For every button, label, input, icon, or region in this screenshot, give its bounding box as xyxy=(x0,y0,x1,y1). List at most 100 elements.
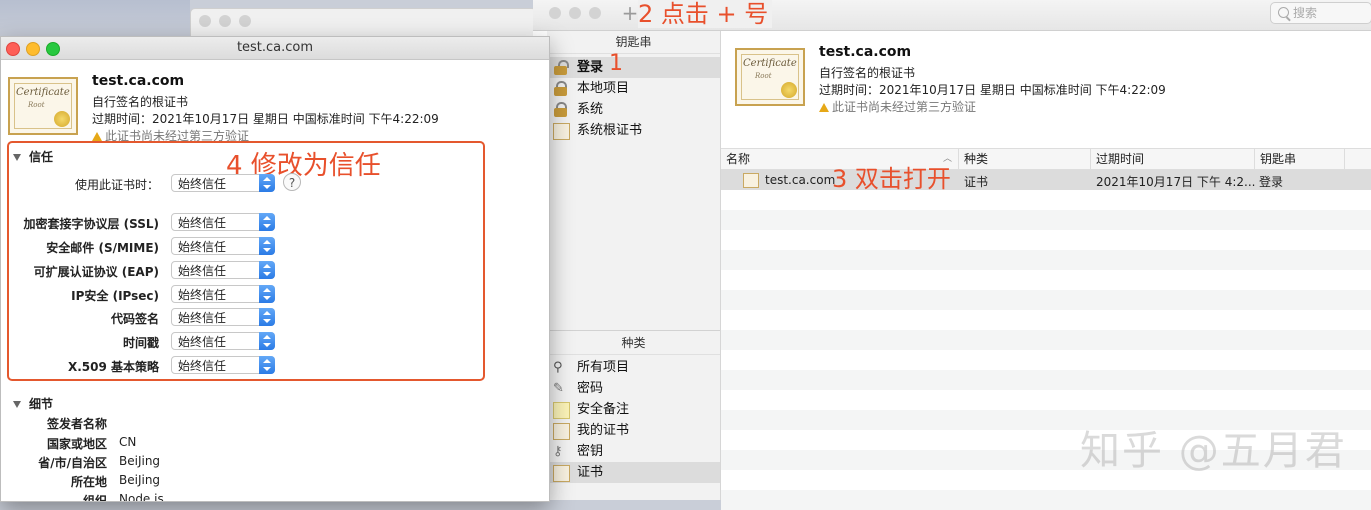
row-name: test.ca.com xyxy=(765,173,836,187)
window-title: test.ca.com xyxy=(1,37,549,60)
zoom-button[interactable] xyxy=(46,42,60,56)
bg-minimize-dot xyxy=(219,15,231,27)
empty-row xyxy=(721,490,1371,510)
detail-value-locality: BeiJing xyxy=(119,473,161,487)
cert-icon xyxy=(553,423,570,440)
policy-label-ipsec: IP安全 (IPsec) xyxy=(71,289,159,303)
stepper-icon xyxy=(259,308,275,326)
policy-label-smime: 安全邮件 (S/MIME) xyxy=(46,241,159,255)
details-section-toggle[interactable]: 细节 xyxy=(13,395,53,412)
sidebar: 钥匙串 登录 1 本地项目 系统 系统根证书 种类 ⚲ 所有项目 ✎ 密码 安全… xyxy=(547,31,721,500)
keychain-toolbar: + i 2 点击 + 号 搜索 xyxy=(533,0,1371,31)
keychains-header: 钥匙串 xyxy=(547,31,720,54)
sidebar-item-my-certs[interactable]: 我的证书 xyxy=(547,420,720,441)
annotation-step-3: 3 双击打开 xyxy=(832,165,951,193)
row-expires: 2021年10月17日 下午 4:2... xyxy=(1096,175,1256,189)
sidebar-item-label: 系统根证书 xyxy=(577,123,643,138)
when-using-select[interactable]: 始终信任 xyxy=(171,174,275,192)
sidebar-item-label: 证书 xyxy=(577,465,604,480)
sidebar-item-all-items[interactable]: ⚲ 所有项目 xyxy=(547,357,720,378)
lock-icon xyxy=(553,81,568,96)
sidebar-item-passwords[interactable]: ✎ 密码 xyxy=(547,378,720,399)
sidebar-item-label: 我的证书 xyxy=(577,423,630,438)
empty-row xyxy=(721,250,1371,270)
certificate-badge-icon: Certificate Root xyxy=(735,48,805,106)
table-row[interactable]: test.ca.com 证书 2021年10月17日 下午 4:2... 登录 xyxy=(721,170,1371,190)
policy-select-x509[interactable]: 始终信任 xyxy=(171,356,275,374)
table-header: 名称 ︿ 种类 过期时间 钥匙串 xyxy=(721,148,1371,170)
detail-value-province: BeiJing xyxy=(119,454,161,468)
column-kind[interactable]: 种类 xyxy=(959,149,1091,169)
sidebar-item-system-roots[interactable]: 系统根证书 xyxy=(547,120,720,141)
sidebar-item-label: 密码 xyxy=(577,381,604,396)
policy-select-code-signing[interactable]: 始终信任 xyxy=(171,308,275,326)
minimize-button[interactable] xyxy=(569,7,581,19)
annotation-step-1: 1 xyxy=(609,51,623,76)
stepper-icon xyxy=(259,332,275,350)
stepper-icon xyxy=(259,237,275,255)
sidebar-item-keys[interactable]: ⚷ 密钥 xyxy=(547,441,720,462)
column-keychain[interactable]: 钥匙串 xyxy=(1255,149,1345,169)
sidebar-item-label: 安全备注 xyxy=(577,402,630,417)
certificate-trust-window: test.ca.com Certificate Root test.ca.com … xyxy=(0,36,550,502)
stepper-icon xyxy=(259,174,275,192)
minimize-button[interactable] xyxy=(26,42,40,56)
cert-type: 自行签名的根证书 xyxy=(92,95,189,109)
policy-select-ssl[interactable]: 始终信任 xyxy=(171,213,275,231)
policy-label-x509: X.509 基本策略 xyxy=(67,360,159,374)
policy-label-timestamp: 时间戳 xyxy=(122,336,159,350)
annotation-step-2: 2 点击 + 号 xyxy=(638,0,773,28)
detail-value-organization: Node.js xyxy=(119,492,164,502)
categories-header: 种类 xyxy=(547,332,720,355)
cert-icon xyxy=(553,465,570,482)
stepper-icon xyxy=(259,285,275,303)
sidebar-item-login[interactable]: 登录 1 xyxy=(547,53,720,78)
row-kind: 证书 xyxy=(964,175,989,189)
empty-row xyxy=(721,290,1371,310)
pencil-icon: ✎ xyxy=(553,381,564,396)
sidebar-item-system[interactable]: 系统 xyxy=(547,99,720,120)
disclosure-triangle-icon xyxy=(13,401,21,408)
sidebar-divider[interactable] xyxy=(547,330,720,331)
sidebar-item-local[interactable]: 本地项目 xyxy=(547,78,720,99)
column-expires[interactable]: 过期时间 xyxy=(1091,149,1255,169)
policy-select-timestamp[interactable]: 始终信任 xyxy=(171,332,275,350)
watermark: 知乎 @五月君 xyxy=(1080,428,1347,474)
empty-row xyxy=(721,330,1371,350)
row-keychain: 登录 xyxy=(1259,175,1284,189)
cert-name: test.ca.com xyxy=(819,44,912,60)
close-button[interactable] xyxy=(549,7,561,19)
sidebar-item-secure-notes[interactable]: 安全备注 xyxy=(547,399,720,420)
policy-select-eap[interactable]: 始终信任 xyxy=(171,261,275,279)
note-icon xyxy=(553,402,570,419)
warning-icon xyxy=(92,132,102,141)
detail-value-country: CN xyxy=(119,435,137,449)
policy-select-smime[interactable]: 始终信任 xyxy=(171,237,275,255)
detail-label-organization: 组织 xyxy=(82,494,107,502)
policy-select-ipsec[interactable]: 始终信任 xyxy=(171,285,275,303)
empty-row xyxy=(721,370,1371,390)
sidebar-item-label: 系统 xyxy=(577,102,604,117)
cert-expiry: 过期时间：2021年10月17日 星期日 中国标准时间 下午4:22:09 xyxy=(92,112,439,126)
policy-label-eap: 可扩展认证协议 (EAP) xyxy=(33,265,159,279)
disclosure-triangle-icon xyxy=(13,154,21,161)
trust-section-toggle[interactable]: 信任 xyxy=(13,148,53,165)
lock-icon xyxy=(553,102,568,117)
zoom-button[interactable] xyxy=(589,7,601,19)
search-icon xyxy=(1278,7,1289,18)
empty-row xyxy=(721,210,1371,230)
close-button[interactable] xyxy=(6,42,20,56)
sidebar-item-label: 所有项目 xyxy=(577,360,630,375)
warning-icon xyxy=(819,103,829,112)
sidebar-item-label: 登录 xyxy=(577,60,604,75)
certificate-summary: Certificate Root test.ca.com 自行签名的根证书 过期时… xyxy=(721,31,1371,147)
detail-label-locality: 所在地 xyxy=(70,475,107,489)
sidebar-item-label: 本地项目 xyxy=(577,81,630,96)
key-icon: ⚷ xyxy=(553,444,563,459)
sidebar-item-certificates[interactable]: 证书 xyxy=(547,462,720,483)
stepper-icon xyxy=(259,261,275,279)
desktop-background xyxy=(0,0,190,36)
help-button[interactable]: ? xyxy=(283,173,301,191)
cert-warning: 此证书尚未经过第三方验证 xyxy=(819,98,976,115)
search-input[interactable]: 搜索 xyxy=(1270,2,1371,24)
